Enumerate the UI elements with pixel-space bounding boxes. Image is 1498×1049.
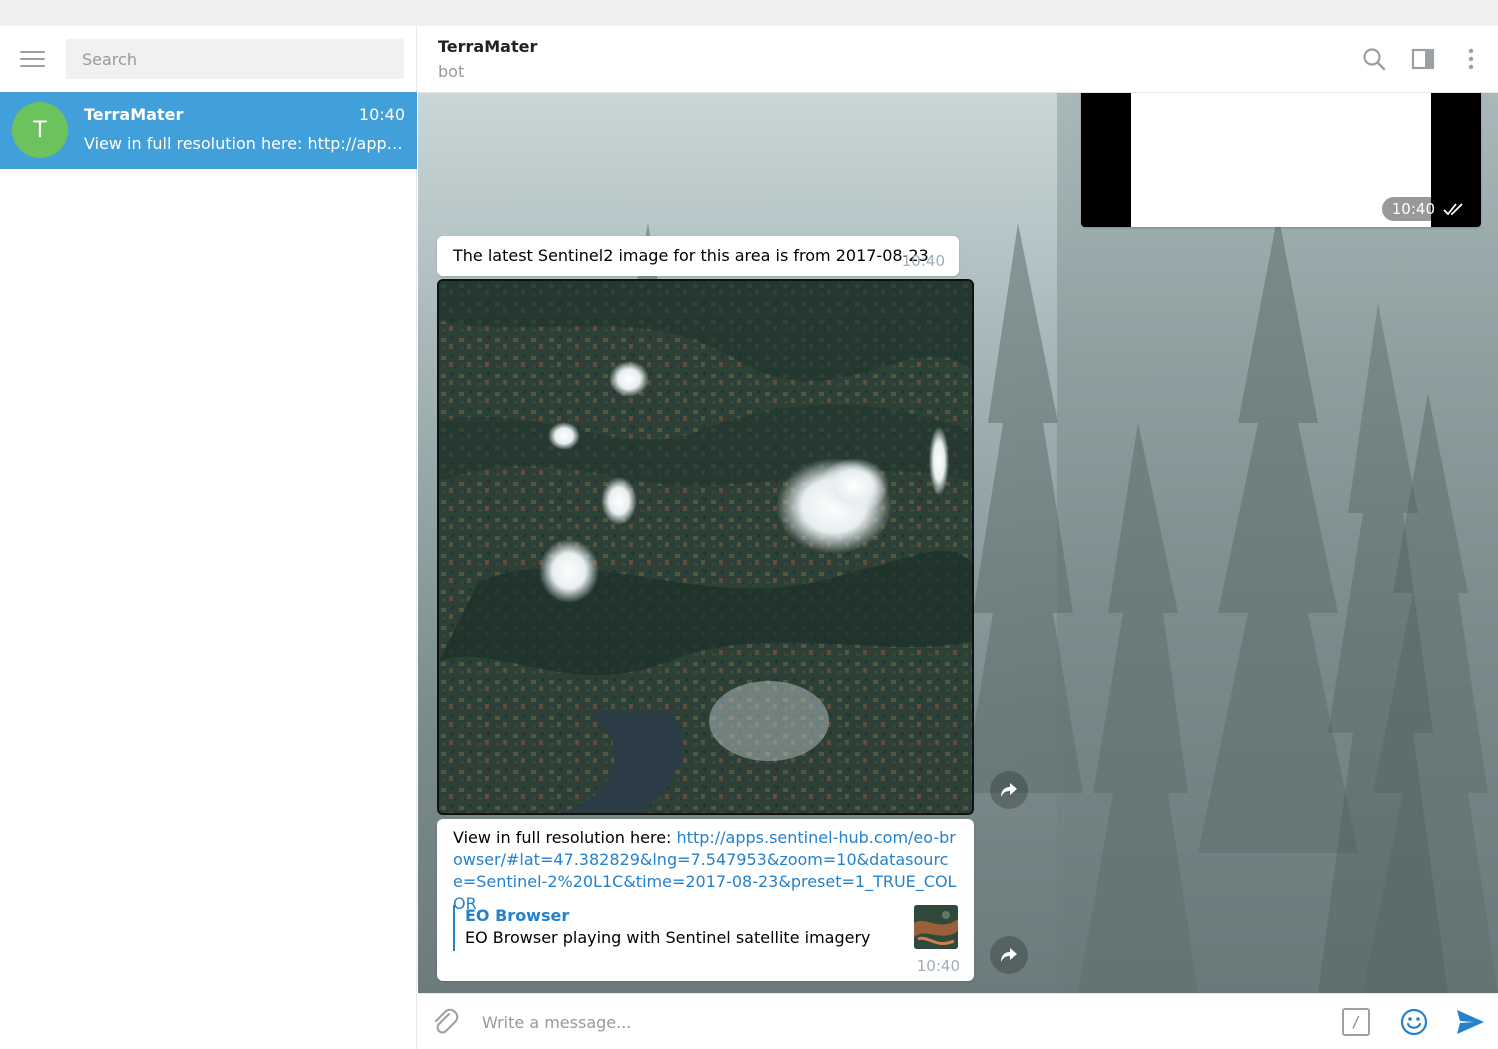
message-time: 10:40 [916, 957, 960, 975]
message-text: The latest Sentinel2 image for this area… [453, 246, 929, 265]
share-button[interactable] [990, 936, 1028, 974]
share-button[interactable] [990, 771, 1028, 809]
message-input[interactable] [482, 1006, 1322, 1038]
dialog-preview: View in full resolution here: http://app… [84, 134, 404, 153]
chat-status: bot [438, 62, 465, 81]
sidebar-toggle-icon[interactable] [1410, 46, 1436, 72]
message-text: View in full resolution here: http://app… [453, 828, 957, 913]
window-titlebar [0, 0, 1498, 26]
dialog-name: TerraMater [84, 105, 184, 124]
message-time: 10:40 [901, 252, 945, 270]
message-bubble-link[interactable]: View in full resolution here: http://app… [437, 819, 974, 981]
hamburger-menu-icon[interactable] [20, 50, 45, 68]
chat-title[interactable]: TerraMater [438, 37, 537, 56]
search-icon[interactable] [1361, 46, 1387, 72]
link-preview[interactable]: EO Browser EO Browser playing with Senti… [453, 905, 958, 951]
paperclip-icon[interactable] [430, 1007, 460, 1037]
preview-thumbnail [914, 905, 958, 949]
sidebar: T TerraMater 10:40 View in full resoluti… [0, 26, 417, 1049]
share-arrow-icon [1001, 783, 1017, 797]
chat-history[interactable]: 10:40 The latest Sentinel2 image for thi… [418, 93, 1498, 993]
chat-header: TerraMater bot [418, 26, 1498, 93]
share-arrow-icon [1001, 948, 1017, 962]
message-composer: / [418, 993, 1498, 1049]
double-check-icon [1443, 203, 1463, 216]
avatar: T [12, 102, 68, 158]
message-bubble[interactable]: The latest Sentinel2 image for this area… [437, 236, 959, 276]
bot-command-icon[interactable]: / [1342, 1008, 1370, 1036]
dialog-time: 10:40 [358, 105, 405, 124]
photo-message-top[interactable]: 10:40 [1081, 93, 1481, 227]
more-vertical-icon[interactable] [1458, 46, 1484, 72]
preview-description: EO Browser playing with Sentinel satelli… [465, 928, 871, 947]
satellite-image[interactable] [437, 279, 974, 815]
emoji-icon[interactable] [1399, 1007, 1429, 1037]
preview-site-name: EO Browser [465, 906, 570, 925]
dialog-item-terramater[interactable]: T TerraMater 10:40 View in full resoluti… [0, 92, 417, 169]
search-input[interactable] [66, 39, 404, 79]
send-icon[interactable] [1454, 1006, 1486, 1038]
message-time-badge: 10:40 [1381, 197, 1473, 221]
